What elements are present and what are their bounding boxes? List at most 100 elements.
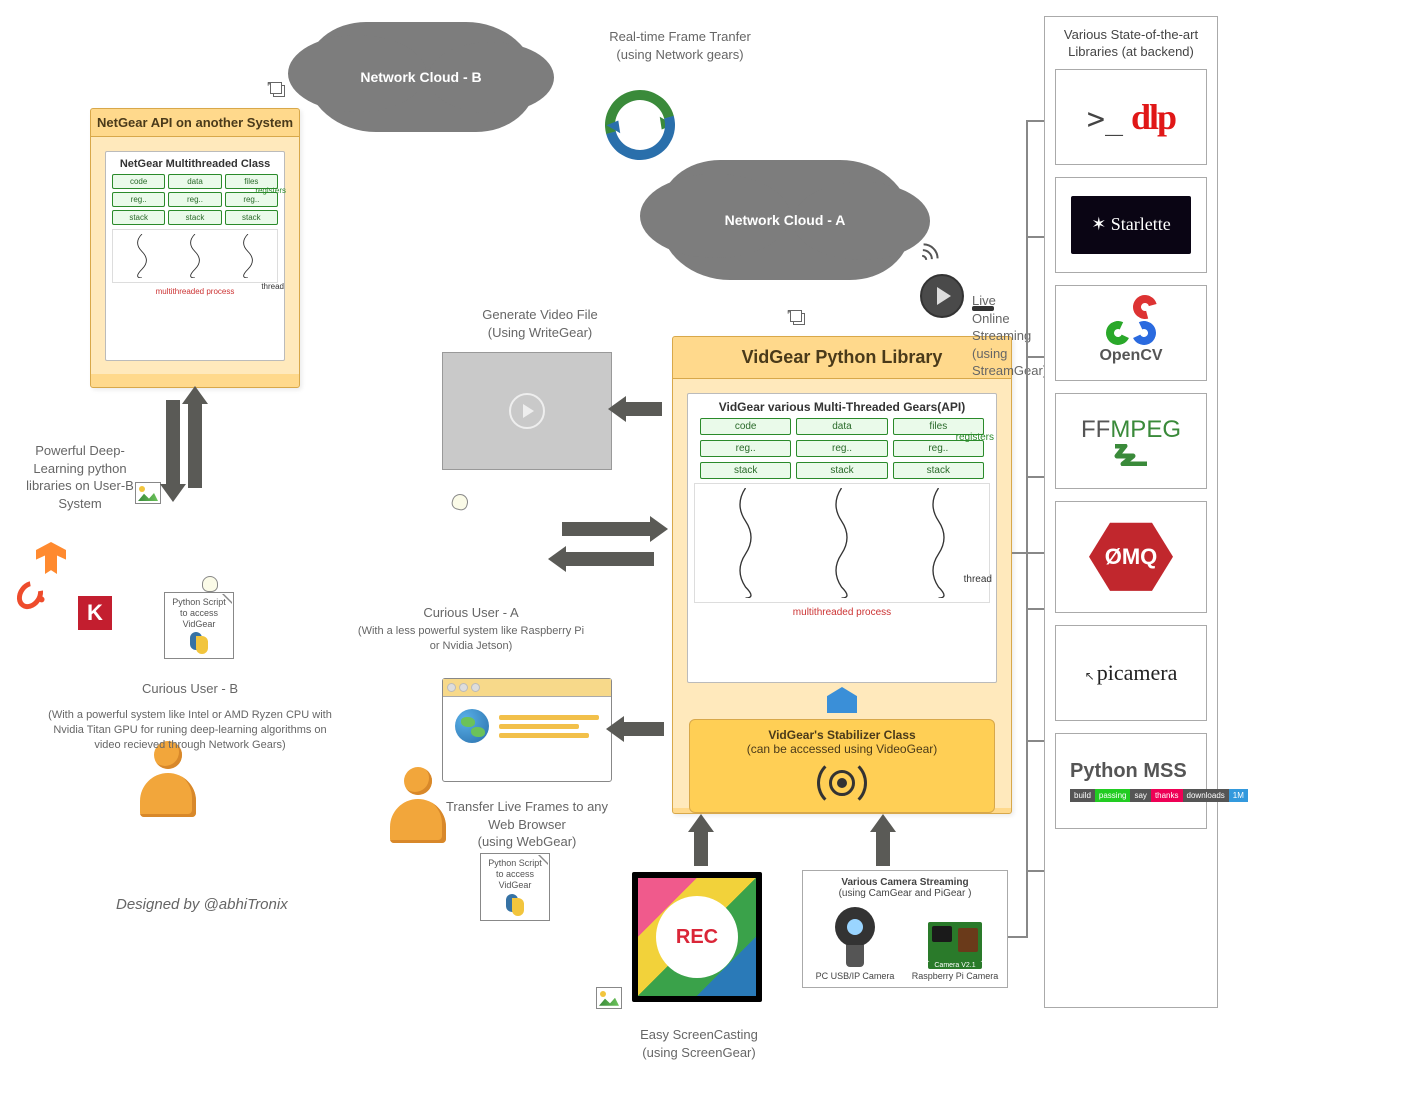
user-a-script-text: Python Script to access VidGear: [485, 858, 545, 890]
thread-annot: thread: [964, 574, 992, 585]
badge: passing: [1095, 789, 1131, 802]
arrow-to-writegear: [622, 402, 662, 416]
idea-icon: [450, 492, 470, 512]
arrow-ua-left: [562, 552, 654, 566]
connector: [1026, 236, 1044, 238]
streamgear-label: Live Online Streaming (using StreamGear): [852, 292, 1032, 380]
tensorflow-icon: [36, 542, 66, 574]
rpi-camera-icon: [928, 922, 982, 962]
keras-icon: K: [78, 596, 112, 630]
connector: [1008, 936, 1028, 938]
lib-zeromq: ØMQ: [1055, 501, 1207, 613]
lib-opencv: OpenCV: [1055, 285, 1207, 381]
webcam-icon: [832, 907, 878, 967]
arrow-down: [166, 400, 180, 488]
connector: [1026, 120, 1044, 122]
user-b-script-text: Python Script to access VidGear: [169, 597, 229, 629]
mt-cell: data: [168, 174, 221, 189]
connector: [1012, 552, 1044, 554]
lib-picamera: picamera: [1055, 625, 1207, 721]
connector: [1026, 356, 1044, 358]
camera-rpi-label: Raspberry Pi Camera: [909, 971, 1001, 981]
mt-cell: data: [796, 418, 887, 435]
backend-column: Various State-of-the-art Libraries (at b…: [1044, 16, 1218, 1008]
arrow-from-camera: [876, 828, 890, 866]
cloud-a: Network Cloud - A: [660, 160, 910, 280]
mt-cell: reg..: [700, 440, 791, 457]
thread-wave: [694, 483, 990, 603]
rec-circle: REC: [656, 896, 738, 978]
backend-header: Various State-of-the-art Libraries (at b…: [1055, 27, 1207, 61]
netgear-foot: multithreaded process: [112, 287, 278, 296]
connector: [1026, 870, 1044, 872]
lib-starlette: ✶ Starlette: [1055, 177, 1207, 273]
lib-mss: Python MSS build passing say thanks down…: [1055, 733, 1207, 829]
mt-cell: stack: [796, 462, 887, 479]
python-icon: [504, 894, 526, 916]
idea-icon: [202, 576, 218, 592]
opencv-text: OpenCV: [1099, 347, 1162, 365]
netgear-card-title: NetGear Multithreaded Class: [112, 158, 278, 170]
vidgear-card: VidGear various Multi-Threaded Gears(API…: [687, 393, 997, 683]
screengear-label: Easy ScreenCasting (using ScreenGear): [604, 1026, 794, 1061]
cloud-b: Network Cloud - B: [306, 22, 536, 132]
thread-annot: thread: [261, 282, 284, 291]
frame-transfer-sub: (using Network gears): [580, 46, 780, 64]
lib-ffmpeg: FFMPEG: [1055, 393, 1207, 489]
mt-cell: code: [700, 418, 791, 435]
frame-transfer-label: Real-time Frame Tranfer (using Network g…: [580, 28, 780, 63]
connector: [1026, 608, 1044, 610]
dlp-prompt: >_: [1087, 102, 1123, 137]
user-a-desc: (With a less powerful system like Raspbe…: [356, 624, 586, 654]
arrow-ua-right: [562, 522, 654, 536]
mt-cell: stack: [225, 210, 278, 225]
connector: [1026, 120, 1028, 936]
mt-cell: code: [112, 174, 165, 189]
camera-title-a: Various Camera Streaming: [809, 877, 1001, 888]
writegear-sub: (Using WriteGear): [450, 324, 630, 342]
streamgear-sub: (using StreamGear): [972, 345, 1032, 380]
netgear-card: NetGear Multithreaded Class code data fi…: [105, 151, 285, 361]
globe-icon: [455, 709, 489, 743]
mt-cell: reg..: [168, 192, 221, 207]
mt-cell: reg..: [796, 440, 887, 457]
camera-pc-label: PC USB/IP Camera: [809, 971, 901, 981]
connector: [1026, 476, 1044, 478]
stab-sub: (can be accessed using VideoGear): [747, 742, 938, 756]
webgear-title: Transfer Live Frames to any Web Browser: [432, 798, 622, 833]
mt-cell: stack: [700, 462, 791, 479]
user-b-desc: (With a powerful system like Intel or AM…: [40, 708, 340, 753]
frame-transfer-title: Real-time Frame Tranfer: [580, 28, 780, 46]
camera-title-b: (using CamGear and PiGear ): [809, 888, 1001, 899]
ffmpeg-a: FF: [1081, 416, 1110, 443]
badge: thanks: [1151, 789, 1183, 802]
sync-icon: [605, 90, 675, 160]
stabilizer-icon: [821, 762, 863, 804]
popout-icon: ↖: [270, 82, 286, 98]
connector: [1026, 740, 1044, 742]
user-b-script: Python Script to access VidGear: [164, 592, 234, 659]
mt-cell: stack: [893, 462, 984, 479]
stab-title: VidGear's Stabilizer Class: [698, 728, 986, 742]
python-icon: [188, 632, 210, 654]
lib-yt-dlp: >_ dlp: [1055, 69, 1207, 165]
badge: downloads: [1183, 789, 1229, 802]
dlp-text: dlp: [1131, 96, 1175, 138]
badge: say: [1130, 789, 1150, 802]
webgear-label: Transfer Live Frames to any Web Browser …: [432, 798, 622, 851]
cloud-a-label: Network Cloud - A: [725, 212, 846, 228]
stabilizer-box: VidGear's Stabilizer Class (can be acces…: [689, 719, 995, 813]
ffmpeg-zig-icon: [1113, 444, 1149, 466]
screengear-title: Easy ScreenCasting: [604, 1026, 794, 1044]
user-a-script: Python Script to access VidGear: [480, 853, 550, 920]
user-a-name: Curious User - A: [356, 604, 586, 622]
pytorch-icon: [18, 580, 42, 610]
mt-cell: stack: [168, 210, 221, 225]
reg-annot: registers: [255, 186, 286, 195]
cloud-b-label: Network Cloud - B: [360, 69, 481, 85]
screengear-sub: (using ScreenGear): [604, 1044, 794, 1062]
popout-icon: ↖: [790, 310, 806, 326]
streamgear-title: Live Online Streaming: [972, 292, 1032, 345]
thread-wave: [112, 229, 278, 283]
mt-cell: reg..: [112, 192, 165, 207]
